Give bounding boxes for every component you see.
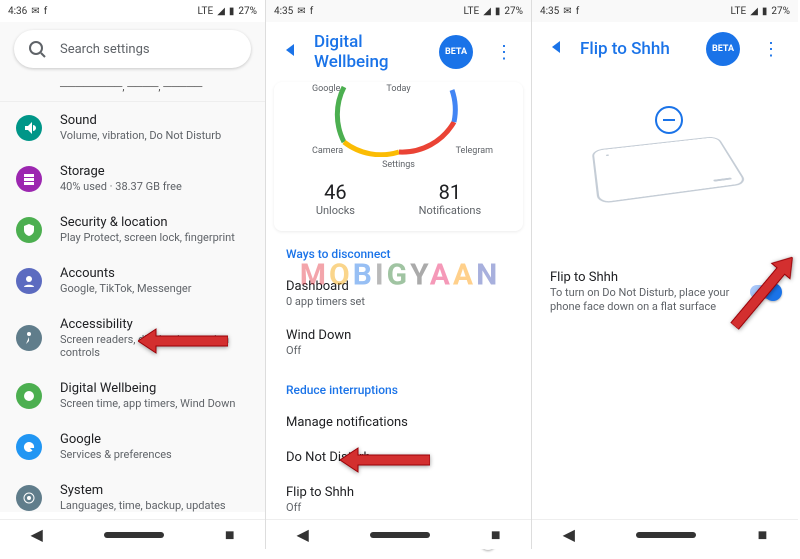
search-settings[interactable]: Search settings [14,30,251,68]
search-placeholder: Search settings [60,42,150,57]
nav-back[interactable]: ◀ [31,525,43,544]
unlocks-stat: 46Unlocks [316,180,355,217]
clock: 4:35 [274,6,293,17]
back-button[interactable] [544,37,564,61]
flip-to-shhh-screen: 4:35 ✉ f LTE◢▮27% Flip to Shhh BETA ⋮ Fl… [532,0,798,549]
account-icon [16,268,42,294]
fb-icon: f [44,6,47,17]
notifications-stat: 81Notifications [419,180,482,217]
section-reduce: Reduce interruptions [266,367,531,405]
flip-to-shhh-row[interactable]: Flip to ShhhOff [266,475,531,524]
section-ways: Ways to disconnect [266,231,531,269]
security-icon [16,217,42,243]
a11y-icon [16,325,42,351]
nav-bar: ◀ ■ [0,519,265,549]
batt: 27% [238,6,257,17]
settings-row-storage[interactable]: Storage40% used · 38.37 GB free [0,153,265,204]
dnd-row[interactable]: Do Not Disturb [266,440,531,475]
phone-face-down-icon [592,136,748,204]
sound-icon [16,115,42,141]
wind-down-row[interactable]: Wind DownOff [266,318,531,367]
manage-notifs-row[interactable]: Manage notifications [266,405,531,440]
flip-toggle[interactable] [750,285,780,299]
signal-icon: ◢ [217,6,225,17]
nav-recent[interactable]: ■ [758,525,768,545]
status-bar: 4:36 ✉ f LTE◢ ▮27% [0,0,265,22]
status-bar: 4:35 ✉ f LTE◢▮27% [532,0,798,22]
google-icon [16,434,42,460]
truncated-row: ────────, ────, ───── [0,76,265,102]
net: LTE [198,6,214,17]
dnd-icon [655,106,683,134]
clock: 4:36 [8,6,27,17]
nav-recent[interactable]: ■ [491,525,501,545]
page-title: Digital Wellbeing [314,32,423,72]
settings-row-account[interactable]: AccountsGoogle, TikTok, Messenger [0,255,265,306]
beta-badge: BETA [706,32,740,66]
page-title: Flip to Shhh [580,39,690,59]
search-icon [28,40,46,58]
illustration [532,76,798,256]
storage-icon [16,166,42,192]
nav-bar: ◀■ [532,519,798,549]
wellbeing-icon [16,383,42,409]
settings-screen: 4:36 ✉ f LTE◢ ▮27% Search settings ──────… [0,0,266,549]
nav-home[interactable] [370,532,430,538]
settings-row-google[interactable]: GoogleServices & preferences [0,421,265,472]
nav-home[interactable] [636,532,696,538]
nav-back[interactable]: ◀ [563,525,575,544]
batt-icon: ▮ [229,6,235,17]
digital-wellbeing-screen: 4:35 ✉ f LTE◢▮27% Digital Wellbeing BETA… [266,0,532,549]
header: Flip to Shhh BETA ⋮ [532,22,798,76]
nav-home[interactable] [104,532,164,538]
clock: 4:35 [540,6,559,17]
overflow-menu[interactable]: ⋮ [756,39,786,60]
settings-row-security[interactable]: Security & locationPlay Protect, screen … [0,204,265,255]
header: Digital Wellbeing BETA ⋮ [266,22,531,82]
settings-row-wellbeing[interactable]: Digital WellbeingScreen time, app timers… [0,370,265,421]
system-icon [16,485,42,511]
msg-icon: ✉ [31,6,39,17]
settings-row-sound[interactable]: SoundVolume, vibration, Do Not Disturb [0,102,265,153]
nav-back[interactable]: ◀ [297,525,309,544]
nav-recent[interactable]: ■ [225,525,235,545]
settings-row-a11y[interactable]: AccessibilityScreen readers, display, in… [0,306,265,370]
overflow-menu[interactable]: ⋮ [489,42,519,63]
back-button[interactable] [278,40,298,64]
settings-row-system[interactable]: SystemLanguages, time, backup, updates [0,472,265,512]
nav-bar: ◀■ [266,519,531,549]
usage-card[interactable]: GoogleToday. CameraTelegram Settings 46U… [274,82,523,231]
dashboard-row[interactable]: Dashboard0 app timers set [266,269,531,318]
beta-badge: BETA [439,35,473,69]
status-bar: 4:35 ✉ f LTE◢▮27% [266,0,531,22]
flip-toggle-row[interactable]: Flip to ShhhTo turn on Do Not Disturb, p… [532,256,798,329]
